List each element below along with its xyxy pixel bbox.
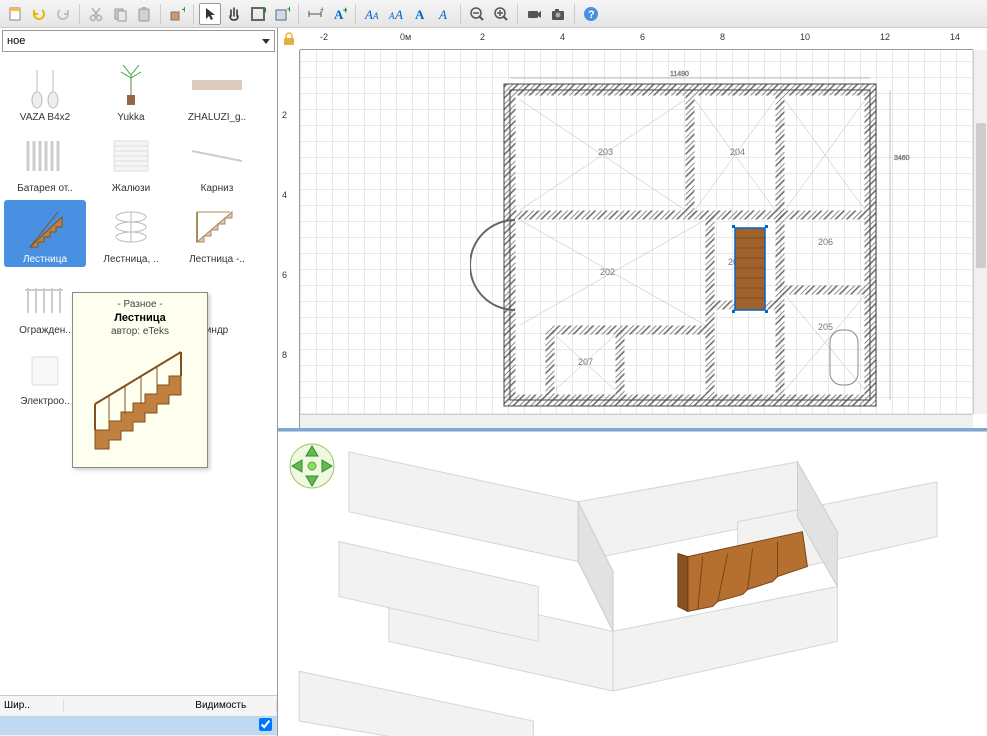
tooltip-category: - Разное -	[79, 299, 201, 310]
text-smaller-icon[interactable]: AA	[385, 3, 407, 25]
cut-icon[interactable]	[85, 3, 107, 25]
lock-icon[interactable]	[282, 32, 296, 46]
svg-text:?: ?	[588, 9, 595, 21]
props-data-row[interactable]	[0, 716, 277, 736]
placed-stairs[interactable]	[732, 225, 768, 313]
furniture-label: ZHALUZI_g..	[178, 112, 256, 123]
text-bigger-icon[interactable]: AA	[361, 3, 383, 25]
text-italic-icon[interactable]: A	[433, 3, 455, 25]
furniture-item-vaza[interactable]: VAZA B4x2	[4, 58, 86, 125]
svg-text:205: 205	[818, 322, 833, 332]
ruler-vertical: 2 4 6 8 10	[278, 50, 300, 428]
main-toolbar: + + + + A+ AA AA A A ?	[0, 0, 987, 28]
camera-icon[interactable]	[523, 3, 545, 25]
3d-view[interactable]	[278, 431, 987, 736]
category-dropdown[interactable]: ное	[2, 30, 275, 52]
furniture-label: Лестница -..	[178, 254, 256, 265]
dimension-icon[interactable]: +	[304, 3, 326, 25]
furniture-item-stairs-selected[interactable]: Лестница	[4, 200, 86, 267]
copy-icon[interactable]	[109, 3, 131, 25]
create-room-icon[interactable]: +	[271, 3, 293, 25]
add-furniture-icon[interactable]: +	[166, 3, 188, 25]
redo-icon[interactable]	[52, 3, 74, 25]
tooltip-name: Лестница	[79, 312, 201, 324]
furniture-item-radiator[interactable]: Батарея от..	[4, 129, 86, 196]
furniture-item-yukka[interactable]: Yukka	[90, 58, 172, 125]
properties-table: Шир.. Видимость	[0, 695, 277, 736]
text-bold-icon[interactable]: A	[409, 3, 431, 25]
create-walls-icon[interactable]: +	[247, 3, 269, 25]
furniture-label: Лестница	[6, 254, 84, 265]
props-col-width[interactable]: Шир..	[0, 700, 64, 711]
3d-scene	[278, 432, 987, 736]
svg-text:A: A	[388, 11, 395, 21]
svg-text:+: +	[263, 6, 266, 15]
plan-scrollbar-h[interactable]	[300, 414, 973, 428]
svg-text:+: +	[320, 6, 323, 14]
svg-text:203: 203	[598, 147, 613, 157]
tooltip-preview	[79, 341, 201, 461]
svg-text:+: +	[287, 6, 290, 14]
plan-canvas[interactable]: 203 204 206 201 202 205 207	[300, 50, 973, 414]
svg-text:+: +	[343, 6, 347, 15]
new-icon[interactable]	[4, 3, 26, 25]
furniture-label: VAZA B4x2	[6, 112, 84, 123]
category-label: ное	[7, 35, 25, 47]
svg-text:A: A	[438, 7, 447, 22]
furniture-label: Карниз	[178, 183, 256, 194]
furniture-label: Yukka	[92, 112, 170, 123]
help-icon[interactable]: ?	[580, 3, 602, 25]
plan-view[interactable]: -2 0м 2 4 6 8 10 12 14 2 4 6 8 10	[278, 28, 987, 431]
furniture-item-rod[interactable]: Карниз	[176, 129, 258, 196]
furniture-label: Лестница, ..	[92, 254, 170, 265]
furniture-item-stairs2[interactable]: Лестница -..	[176, 200, 258, 267]
svg-text:A: A	[364, 7, 373, 22]
floorplan-drawing: 203 204 206 201 202 205 207	[470, 70, 910, 430]
svg-text:3460: 3460	[894, 155, 910, 162]
plan-scrollbar-v[interactable]	[973, 50, 987, 414]
ruler-horizontal: -2 0м 2 4 6 8 10 12 14	[300, 28, 973, 50]
pan-tool-icon[interactable]	[223, 3, 245, 25]
svg-text:204: 204	[730, 147, 745, 157]
props-col-visibility[interactable]: Видимость	[191, 700, 277, 711]
visibility-checkbox[interactable]	[259, 718, 272, 731]
svg-text:11490: 11490	[670, 71, 689, 78]
furniture-item-zhaluzi[interactable]: ZHALUZI_g..	[176, 58, 258, 125]
furniture-label: Жалюзи	[92, 183, 170, 194]
svg-text:A: A	[394, 7, 403, 22]
props-header-row: Шир.. Видимость	[0, 696, 277, 716]
svg-text:207: 207	[578, 357, 593, 367]
furniture-item-blinds[interactable]: Жалюзи	[90, 129, 172, 196]
furniture-tooltip: - Разное - Лестница автор: eTeks	[72, 292, 208, 468]
furniture-item-spiral[interactable]: Лестница, ..	[90, 200, 172, 267]
photo-icon[interactable]	[547, 3, 569, 25]
right-area: -2 0м 2 4 6 8 10 12 14 2 4 6 8 10	[278, 28, 987, 736]
select-tool-icon[interactable]	[199, 3, 221, 25]
paste-icon[interactable]	[133, 3, 155, 25]
add-text-icon[interactable]: A+	[328, 3, 350, 25]
furniture-label: Батарея от..	[6, 183, 84, 194]
zoom-in-icon[interactable]	[490, 3, 512, 25]
undo-icon[interactable]	[28, 3, 50, 25]
tooltip-author: автор: eTeks	[79, 326, 201, 337]
chevron-down-icon	[262, 39, 270, 44]
svg-text:202: 202	[600, 267, 615, 277]
svg-text:A: A	[372, 11, 379, 21]
zoom-out-icon[interactable]	[466, 3, 488, 25]
svg-text:+: +	[182, 6, 185, 16]
svg-text:A: A	[415, 7, 425, 22]
svg-text:206: 206	[818, 237, 833, 247]
